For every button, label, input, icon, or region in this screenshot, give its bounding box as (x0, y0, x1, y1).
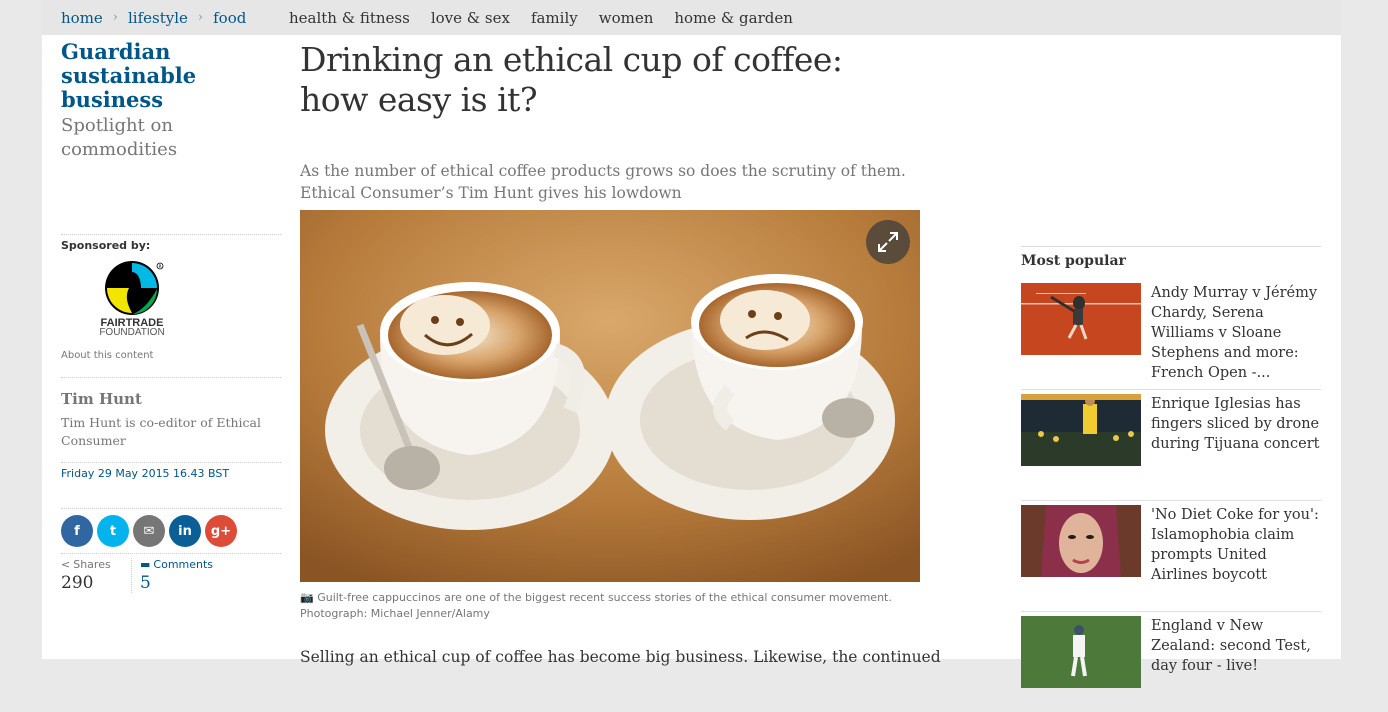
series-title[interactable]: Guardian sustainable business (61, 40, 281, 112)
share-counts: < Shares 290 ▬ Comments 5 (61, 558, 281, 593)
subnav-home-garden[interactable]: home & garden (674, 9, 793, 27)
thumbnail-cricket (1021, 616, 1141, 688)
most-popular-headline[interactable]: England v New Zealand: second Test, day … (1151, 616, 1321, 712)
comments-number: 5 (140, 573, 151, 593)
most-popular-headline[interactable]: 'No Diet Coke for you': Islamophobia cla… (1151, 505, 1321, 601)
subnav-love-sex[interactable]: love & sex (431, 9, 510, 27)
breadcrumb-lifestyle[interactable]: lifestyle (128, 9, 188, 27)
breadcrumb-food[interactable]: food (213, 9, 246, 27)
shares-number: 290 (61, 573, 94, 593)
divider (61, 377, 281, 378)
comments-label-row: ▬ Comments (140, 558, 214, 571)
divider (61, 234, 281, 235)
most-popular-item[interactable]: Enrique Iglesias has fingers sliced by d… (1021, 389, 1321, 490)
linkedin-share-button[interactable]: in (169, 515, 201, 547)
top-nav: home › lifestyle › food health & fitness… (42, 0, 1341, 35)
chevron-right-icon: › (112, 10, 118, 25)
googleplus-icon: g+ (210, 523, 232, 539)
caption-text: Guilt-free cappuccinos are one of the bi… (317, 591, 892, 604)
sponsor-label: Sponsored by: (61, 239, 151, 252)
thumbnail-portrait (1021, 505, 1141, 577)
thumbnail-tennis (1021, 283, 1141, 355)
breadcrumb-home[interactable]: home (61, 9, 103, 27)
comment-icon: ▬ (140, 558, 151, 571)
author-name[interactable]: Tim Hunt (61, 390, 281, 408)
most-popular-headline[interactable]: Enrique Iglesias has fingers sliced by d… (1151, 394, 1321, 490)
shares-count: < Shares 290 (61, 558, 131, 593)
twitter-share-button[interactable]: t (97, 515, 129, 547)
fairtrade-logo-text: FAIRTRADE FOUNDATION (97, 318, 167, 338)
fairtrade-logo[interactable]: R FAIRTRADE FOUNDATION (97, 260, 177, 342)
comments-count[interactable]: ▬ Comments 5 (131, 558, 214, 593)
hero-image[interactable] (300, 210, 920, 582)
chevron-right-icon: › (197, 10, 204, 25)
most-popular-headline[interactable]: Andy Murray v Jérémy Chardy, Serena Will… (1151, 283, 1321, 381)
subnav-women[interactable]: women (599, 9, 654, 27)
series-subtitle[interactable]: Spotlight on commodities (61, 114, 281, 162)
expand-image-button[interactable] (866, 220, 910, 264)
comments-label: Comments (153, 558, 214, 571)
facebook-share-button[interactable]: f (61, 515, 93, 547)
camera-icon: 📷 (300, 591, 314, 604)
facebook-icon: f (74, 523, 80, 539)
email-share-button[interactable]: ✉ (133, 515, 165, 547)
breadcrumb: home › lifestyle › food (42, 9, 269, 27)
author-bio: Tim Hunt is co-editor of Ethical Consume… (61, 415, 261, 448)
divider (61, 553, 281, 554)
shares-label: Shares (73, 558, 111, 571)
share-buttons: f t ✉ in g+ (61, 515, 281, 547)
most-popular: Most popular Andy Murray v Jérémy Chardy… (1021, 246, 1321, 712)
cappuccinos-photo (300, 210, 920, 582)
expand-icon (878, 232, 898, 252)
subnav-health-fitness[interactable]: health & fitness (289, 9, 410, 27)
divider (61, 508, 281, 509)
article-standfirst: As the number of ethical coffee products… (300, 162, 906, 202)
shares-label-row: < Shares (61, 558, 131, 571)
thumbnail-concert (1021, 394, 1141, 466)
article-headline: Drinking an ethical cup of coffee: how e… (300, 40, 843, 119)
subnav-family[interactable]: family (531, 9, 578, 27)
article: Drinking an ethical cup of coffee: how e… (300, 40, 941, 666)
most-popular-item[interactable]: 'No Diet Coke for you': Islamophobia cla… (1021, 500, 1321, 601)
twitter-icon: t (109, 523, 117, 539)
subnav: health & fitness love & sex family women… (289, 9, 814, 27)
left-column: Guardian sustainable business Spotlight … (61, 40, 281, 593)
googleplus-share-button[interactable]: g+ (205, 515, 237, 547)
email-icon: ✉ (143, 523, 155, 539)
logo-text-foundation: FOUNDATION (99, 327, 165, 338)
share-icon: < (61, 558, 71, 571)
linkedin-icon: in (178, 523, 192, 539)
publish-date: Friday 29 May 2015 16.43 BST (61, 467, 230, 480)
most-popular-item[interactable]: England v New Zealand: second Test, day … (1021, 611, 1321, 712)
about-this-content-link[interactable]: About this content (61, 350, 281, 361)
most-popular-item[interactable]: Andy Murray v Jérémy Chardy, Serena Will… (1021, 279, 1321, 381)
caption-credit: Photograph: Michael Jenner/Alamy (300, 607, 490, 620)
image-caption: 📷 Guilt-free cappuccinos are one of the … (300, 590, 920, 622)
most-popular-title: Most popular (1021, 253, 1126, 269)
svg-text:R: R (159, 264, 162, 270)
article-body-paragraph: Selling an ethical cup of coffee has bec… (300, 648, 941, 666)
divider (61, 462, 281, 463)
